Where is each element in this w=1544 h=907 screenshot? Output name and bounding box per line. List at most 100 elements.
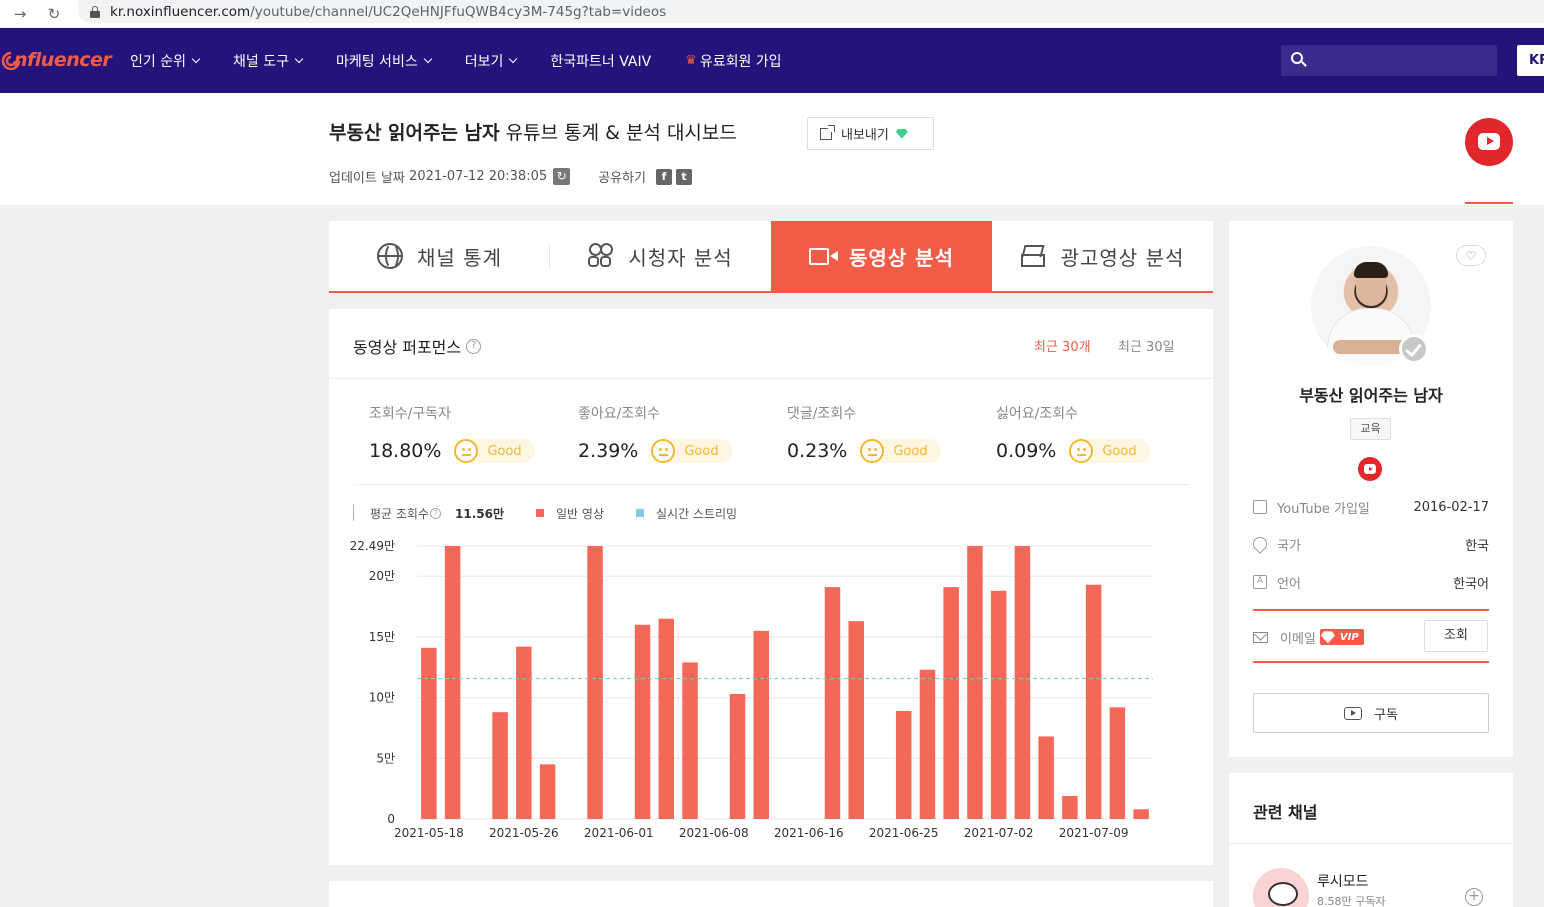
- bar-29[interactable]: [1109, 707, 1126, 819]
- related-channel-name[interactable]: 루시모드: [1317, 871, 1369, 891]
- divider: [1229, 843, 1513, 844]
- search-input[interactable]: [1281, 45, 1497, 76]
- menu-item-4[interactable]: 한국파트너 VAIV: [550, 51, 651, 71]
- tab-ad-video-analysis[interactable]: 광고영상 분석: [992, 221, 1213, 291]
- tab-video-analysis[interactable]: 동영상 분석: [771, 221, 992, 291]
- chart-legend: 평균 조회수? 11.56만 일반 영상 실시간 스트리밍: [353, 505, 737, 521]
- site-header: nfluencer 인기 순위 채널 도구 마케팅 서비스 더보기 한국파트너 VAIV…: [0, 28, 1544, 93]
- category-tag[interactable]: 교육: [1350, 418, 1391, 440]
- metrics-divider: [353, 484, 1189, 485]
- youtube-icon[interactable]: [1358, 457, 1382, 481]
- bar-0[interactable]: [421, 647, 437, 819]
- bar-24[interactable]: [990, 590, 1007, 819]
- lock-icon: [90, 5, 100, 18]
- facebook-icon[interactable]: f: [655, 168, 672, 185]
- ad-icon: [1020, 243, 1047, 269]
- bar-13[interactable]: [729, 693, 746, 819]
- search-icon[interactable]: [1291, 52, 1307, 68]
- bar-9[interactable]: [634, 624, 651, 819]
- x-tick-label: 2021-05-26: [489, 826, 559, 840]
- metric-0: 조회수/구독자 18.80% Good: [369, 403, 569, 463]
- page-title: 부동산 읽어주는 남자 유튜브 통계 & 분석 대시보드: [329, 122, 737, 144]
- bar-28[interactable]: [1085, 584, 1102, 819]
- metric-2: 댓글/조회수 0.23% Good: [787, 403, 987, 463]
- average-views-value: 11.56만: [455, 506, 505, 521]
- refresh-icon[interactable]: ↻: [553, 168, 571, 185]
- location-pin-icon: [1250, 534, 1270, 554]
- avatar[interactable]: [1253, 868, 1309, 907]
- language-selector[interactable]: KR: [1517, 45, 1544, 76]
- bar-22[interactable]: [943, 587, 959, 819]
- bar-17[interactable]: [824, 587, 841, 819]
- video-icon: [809, 243, 839, 269]
- y-tick-label: 10만: [369, 691, 395, 705]
- email-lookup-button[interactable]: 조회: [1424, 620, 1488, 652]
- reload-icon[interactable]: ↻: [44, 4, 64, 24]
- bar-7[interactable]: [587, 546, 603, 819]
- subscribe-button[interactable]: 구독: [1253, 693, 1489, 733]
- legend-live-label[interactable]: 실시간 스트리밍: [656, 505, 737, 522]
- url-text: kr.noxinfluencer.com/youtube/channel/UC2…: [110, 3, 667, 20]
- crown-icon: ♛: [685, 53, 697, 68]
- divider: [1253, 609, 1489, 611]
- help-icon[interactable]: ?: [466, 338, 482, 354]
- related-channels-card: 관련 채널 루시모드 8.58만 구독자 +: [1229, 773, 1513, 907]
- tab-channel-stats[interactable]: 채널 통계: [329, 221, 550, 291]
- legend-regular-label[interactable]: 일반 영상: [556, 505, 604, 522]
- vip-badge: VIP: [1319, 629, 1364, 645]
- bar-1[interactable]: [444, 546, 461, 819]
- gem-icon: [895, 128, 908, 139]
- views-bar-chart: 0 5만 10만 15만 20만 22.49만 2021-05-18 2021-05-26 20…: [350, 539, 1153, 840]
- bar-10[interactable]: [658, 618, 675, 819]
- x-tick-label: 2021-06-01: [584, 826, 654, 840]
- bar-11[interactable]: [682, 662, 698, 819]
- bar-25[interactable]: [1014, 546, 1031, 819]
- bar-4[interactable]: [516, 646, 532, 819]
- neutral-face-icon: [454, 439, 479, 463]
- bar-14[interactable]: [753, 630, 770, 819]
- performance-header: 동영상 퍼포먼스 ? 최근 30개 최근 30일: [329, 309, 1213, 379]
- menu-item-5[interactable]: ♛ 유료회원 가입: [685, 51, 781, 71]
- tab-audience-analysis[interactable]: 시청자 분석: [550, 221, 771, 291]
- bar-5[interactable]: [539, 764, 556, 819]
- twitter-icon[interactable]: t: [675, 168, 692, 185]
- logo[interactable]: nfluencer: [0, 42, 112, 78]
- menu-item-1[interactable]: 채널 도구: [233, 51, 304, 71]
- next-section-card: [329, 881, 1213, 907]
- bar-26[interactable]: [1038, 736, 1054, 819]
- main-menu: 인기 순위 채널 도구 마케팅 서비스 더보기 한국파트너 VAIV ♛ 유료회원 가입: [130, 28, 816, 93]
- range-last-30-videos[interactable]: 최근 30개: [1034, 336, 1091, 355]
- analysis-tabs: 채널 통계 시청자 분석 동영상 분석 광고영상 분석: [329, 221, 1213, 293]
- rating-badge: Good: [651, 439, 732, 463]
- menu-item-3[interactable]: 더보기: [465, 51, 518, 71]
- address-bar[interactable]: kr.noxinfluencer.com/youtube/channel/UC2…: [78, 0, 1544, 23]
- y-tick-label: 15만: [369, 630, 395, 644]
- info-row-joined: YouTube 가입일 2016-02-17: [1253, 497, 1489, 517]
- globe-icon: [377, 243, 404, 269]
- performance-title: 동영상 퍼포먼스 ?: [353, 334, 482, 358]
- add-channel-icon[interactable]: +: [1465, 888, 1483, 906]
- favorite-heart-icon[interactable]: ♡: [1456, 245, 1486, 266]
- neutral-face-icon: [651, 439, 676, 463]
- export-button[interactable]: 내보내기: [807, 117, 934, 150]
- range-last-30-days[interactable]: 최근 30일: [1118, 336, 1175, 355]
- bar-18[interactable]: [848, 621, 864, 819]
- bar-20[interactable]: [895, 710, 912, 819]
- youtube-platform-icon[interactable]: [1465, 118, 1513, 166]
- bar-27[interactable]: [1062, 795, 1078, 819]
- bar-21[interactable]: [919, 669, 936, 819]
- menu-item-2[interactable]: 마케팅 서비스: [336, 51, 432, 71]
- bar-30[interactable]: [1133, 809, 1149, 819]
- x-tick-label: 2021-06-08: [679, 826, 749, 840]
- bar-23[interactable]: [967, 546, 983, 819]
- menu-item-0[interactable]: 인기 순위: [130, 51, 201, 71]
- bar-3[interactable]: [492, 712, 508, 819]
- info-row-country: 국가 한국: [1250, 534, 1489, 554]
- y-tick-label: 5만: [376, 751, 395, 765]
- metric-label: 조회수/구독자: [369, 406, 451, 422]
- related-channels-title: 관련 채널: [1253, 803, 1318, 822]
- back-arrow-icon[interactable]: →: [10, 4, 30, 24]
- language-icon: A: [1253, 575, 1267, 589]
- chevron-down-icon: [509, 54, 518, 63]
- help-icon[interactable]: ?: [430, 507, 442, 519]
